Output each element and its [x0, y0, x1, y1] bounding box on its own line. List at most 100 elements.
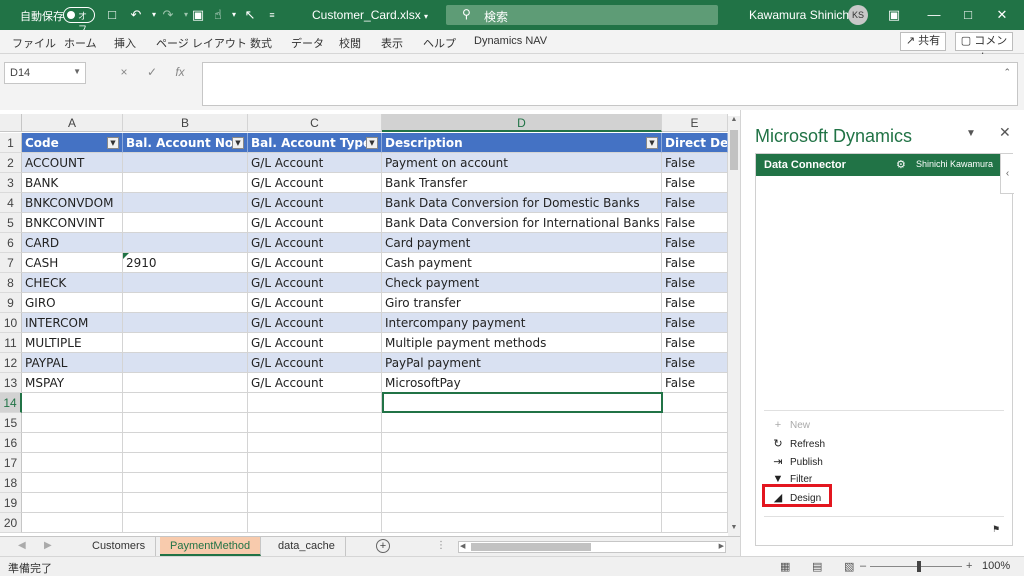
empty-cell[interactable] [382, 473, 662, 493]
empty-cell[interactable] [22, 473, 123, 493]
table-cell[interactable] [123, 333, 248, 353]
tab-split-handle[interactable]: ⋮ [436, 540, 446, 551]
table-cell[interactable]: False [662, 253, 728, 273]
table-cell[interactable]: False [662, 153, 728, 173]
sheet-tab-data-cache[interactable]: data_cache [268, 537, 346, 556]
empty-cell[interactable] [248, 493, 382, 513]
table-cell[interactable]: False [662, 213, 728, 233]
tab-view[interactable]: 表示 [381, 35, 403, 51]
scroll-left-icon[interactable]: ◀ [460, 542, 465, 550]
table-cell[interactable]: G/L Account [248, 153, 382, 173]
tab-review[interactable]: 校閲 [339, 35, 361, 51]
empty-cell[interactable] [382, 513, 662, 533]
filter-dropdown-icon[interactable]: ▼ [232, 137, 244, 149]
empty-cell[interactable] [662, 453, 728, 473]
hscroll-thumb[interactable] [471, 543, 591, 551]
empty-cell[interactable] [382, 493, 662, 513]
table-cell[interactable]: Bank Data Conversion for Domestic Banks [382, 193, 662, 213]
tab-insert[interactable]: 挿入 [114, 35, 136, 51]
row-header[interactable]: 14 [0, 393, 22, 413]
table-cell[interactable]: Bank Transfer [382, 173, 662, 193]
scroll-up-icon[interactable]: ▲ [728, 116, 740, 128]
select-all-corner[interactable] [0, 114, 22, 132]
column-header-c[interactable]: C [248, 114, 382, 132]
ribbon-display-icon[interactable]: ▣ [884, 5, 904, 25]
add-sheet-icon[interactable]: + [376, 539, 390, 553]
empty-cell[interactable] [382, 433, 662, 453]
minimize-icon[interactable]: — [924, 5, 944, 25]
close-icon[interactable]: ✕ [992, 5, 1012, 25]
table-cell[interactable] [123, 233, 248, 253]
empty-cell[interactable] [123, 473, 248, 493]
table-cell[interactable]: False [662, 233, 728, 253]
sheet-tab-customers[interactable]: Customers [82, 537, 157, 556]
prev-sheet-icon[interactable]: ◀ [18, 540, 26, 551]
table-cell[interactable]: G/L Account [248, 173, 382, 193]
empty-cell[interactable] [662, 493, 728, 513]
formula-input[interactable]: ⌃ [202, 62, 1018, 106]
maximize-icon[interactable]: □ [958, 5, 978, 25]
file-name[interactable]: Customer_Card.xlsx ▾ [312, 8, 428, 22]
table-cell[interactable]: False [662, 373, 728, 393]
refresh-button[interactable]: ↻ Refresh [770, 437, 825, 450]
zoom-slider[interactable] [870, 566, 962, 567]
table-cell[interactable]: False [662, 293, 728, 313]
redo-icon[interactable]: ↷ [160, 7, 176, 23]
empty-cell[interactable] [248, 473, 382, 493]
empty-cell[interactable] [248, 433, 382, 453]
user-name[interactable]: Kawamura Shinichi [749, 8, 852, 22]
table-cell[interactable]: Cash payment [382, 253, 662, 273]
comment-button[interactable]: ▢ コメント [955, 32, 1013, 64]
collapse-icon[interactable]: ‹ [1000, 154, 1014, 194]
empty-cell[interactable] [22, 513, 123, 533]
table-cell[interactable] [123, 273, 248, 293]
table-cell[interactable]: BNKCONVINT [22, 213, 123, 233]
tab-help[interactable]: ヘルプ [423, 35, 456, 51]
table-cell[interactable]: ACCOUNT [22, 153, 123, 173]
table-cell[interactable]: GIRO [22, 293, 123, 313]
table-cell[interactable] [123, 353, 248, 373]
table-cell[interactable] [123, 213, 248, 233]
row-header[interactable]: 18 [0, 473, 22, 493]
table-cell[interactable] [123, 293, 248, 313]
camera-icon[interactable]: ▣ [190, 7, 206, 23]
table-cell[interactable]: BANK [22, 173, 123, 193]
table-cell[interactable]: G/L Account [248, 213, 382, 233]
row-header[interactable]: 10 [0, 313, 22, 333]
empty-cell[interactable] [123, 393, 248, 413]
column-header-e[interactable]: E [662, 114, 728, 132]
empty-cell[interactable] [22, 453, 123, 473]
vertical-scrollbar[interactable]: ▲ ▼ [728, 116, 740, 536]
expand-formula-icon[interactable]: ⌃ [1003, 67, 1011, 78]
row-header[interactable]: 4 [0, 193, 22, 213]
enter-icon[interactable]: ✓ [138, 65, 166, 79]
table-cell[interactable]: CASH [22, 253, 123, 273]
pane-close-icon[interactable]: ✕ [999, 124, 1011, 141]
table-header-cell[interactable]: Bal. Account No. ▼ [123, 133, 248, 153]
table-cell[interactable]: False [662, 333, 728, 353]
empty-cell[interactable] [662, 513, 728, 533]
empty-cell[interactable] [248, 413, 382, 433]
table-cell[interactable]: Check payment [382, 273, 662, 293]
tab-data[interactable]: データ [291, 35, 324, 51]
empty-cell[interactable] [123, 513, 248, 533]
row-header[interactable]: 20 [0, 513, 22, 533]
filter-dropdown-icon[interactable]: ▼ [107, 137, 119, 149]
touch-dropdown-icon[interactable]: ▾ [226, 7, 242, 23]
row-header[interactable]: 5 [0, 213, 22, 233]
table-cell[interactable]: 2910 [123, 253, 248, 273]
empty-cell[interactable] [662, 393, 728, 413]
empty-cell[interactable] [248, 513, 382, 533]
pane-options-icon[interactable]: ▼ [966, 128, 976, 139]
tab-page-layout[interactable]: ページ レイアウト [156, 35, 247, 51]
horizontal-scrollbar[interactable]: ◀ ▶ [458, 541, 726, 553]
empty-cell[interactable] [662, 433, 728, 453]
row-header[interactable]: 12 [0, 353, 22, 373]
empty-cell[interactable] [662, 473, 728, 493]
table-header-cell[interactable]: Bal. Account Type ▼ [248, 133, 382, 153]
table-cell[interactable]: MULTIPLE [22, 333, 123, 353]
row-header[interactable]: 19 [0, 493, 22, 513]
table-cell[interactable]: CHECK [22, 273, 123, 293]
page-layout-view-icon[interactable]: ▤ [812, 560, 822, 573]
table-header-cell[interactable]: Direct Deb [662, 133, 728, 153]
